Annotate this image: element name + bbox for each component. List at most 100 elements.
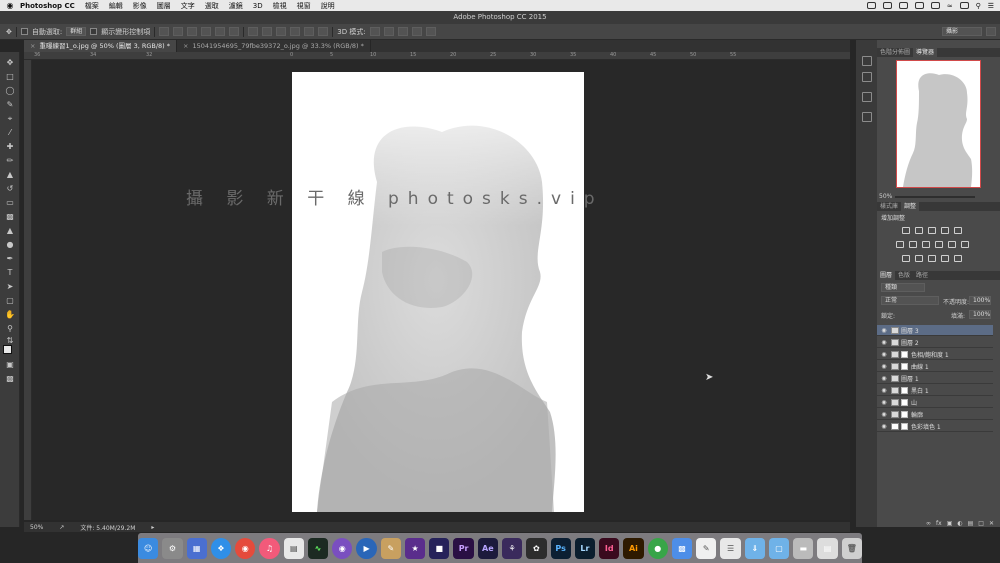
layer-row[interactable]: ◉ 圖層 2 (877, 337, 993, 348)
tray-icon[interactable] (898, 2, 908, 9)
distribute-button[interactable] (276, 27, 287, 36)
align-middle-button[interactable] (173, 27, 184, 36)
gradient-map-adjust-icon[interactable] (941, 255, 949, 262)
type-tool-icon[interactable]: T (4, 268, 16, 277)
menu-filter[interactable]: 濾鏡 (229, 1, 243, 11)
visibility-eye-icon[interactable]: ◉ (880, 411, 888, 418)
tray-icon[interactable] (914, 2, 924, 9)
channel-mixer-adjust-icon[interactable] (948, 241, 956, 248)
vibrance-adjust-icon[interactable] (954, 227, 962, 234)
fill-input[interactable]: 100% (969, 310, 991, 319)
blur-tool-icon[interactable]: ▲ (4, 226, 16, 235)
info-panel-icon[interactable] (862, 112, 872, 122)
selective-color-adjust-icon[interactable] (954, 255, 962, 262)
dodge-tool-icon[interactable]: ● (4, 240, 16, 249)
distribute-button[interactable] (262, 27, 273, 36)
document-image[interactable] (292, 72, 584, 512)
layer-mask-thumbnail[interactable] (901, 362, 908, 370)
add-mask-icon[interactable]: ▣ (947, 520, 953, 527)
color-lookup-adjust-icon[interactable] (961, 241, 969, 248)
properties-panel-icon[interactable] (862, 92, 872, 102)
layer-row[interactable]: ◉ 色彩填色 1 (877, 421, 993, 432)
layer-row[interactable]: ◉ 圖層 1 (877, 373, 993, 384)
layer-mask-thumbnail[interactable] (901, 410, 908, 418)
script-editor-icon[interactable]: ☰ (720, 537, 741, 559)
close-icon[interactable]: × (30, 42, 35, 50)
notification-icon[interactable]: ☰ (988, 2, 994, 10)
exposure-adjust-icon[interactable] (941, 227, 949, 234)
visibility-eye-icon[interactable]: ◉ (880, 339, 888, 346)
marquee-tool-icon[interactable]: □ (4, 72, 16, 81)
premiere-icon[interactable]: Pr (453, 537, 474, 559)
system-preferences-icon[interactable]: ⚙ (162, 537, 183, 559)
apple-icon[interactable]: ◉ (0, 1, 20, 10)
menu-file[interactable]: 檔案 (85, 1, 99, 11)
link-layers-icon[interactable]: ∞ (926, 520, 931, 527)
distribute-button[interactable] (290, 27, 301, 36)
visibility-eye-icon[interactable]: ◉ (880, 423, 888, 430)
threshold-adjust-icon[interactable] (928, 255, 936, 262)
visibility-eye-icon[interactable]: ◉ (880, 363, 888, 370)
battery-icon[interactable] (959, 2, 969, 9)
tab-navigator[interactable]: 導覽器 (913, 48, 938, 57)
tray-icon[interactable] (882, 2, 892, 9)
quicktime-icon[interactable]: ▶ (356, 537, 377, 559)
preview-icon[interactable]: ▤ (283, 537, 304, 559)
align-left-button[interactable] (201, 27, 212, 36)
textedit-icon[interactable]: ✎ (696, 537, 717, 559)
layer-row[interactable]: ◉ 色相/飽和度 1 (877, 349, 993, 360)
layer-mask-thumbnail[interactable] (901, 398, 908, 406)
layer-row[interactable]: ◉ 曲線 1 (877, 361, 993, 372)
spotlight-icon[interactable]: ⚲ (976, 2, 981, 10)
layer-name[interactable]: 圖層 3 (901, 326, 919, 335)
tab-histogram[interactable]: 色階分佈圖 (877, 48, 913, 57)
3d-roll-button[interactable] (383, 27, 394, 36)
lightroom-icon[interactable]: Lr (574, 537, 596, 559)
menu-view[interactable]: 檢視 (273, 1, 287, 11)
3d-pan-button[interactable] (397, 27, 408, 36)
activity-monitor-icon[interactable]: ∿ (307, 537, 329, 559)
invert-adjust-icon[interactable] (902, 255, 910, 262)
opacity-input[interactable]: 100% (969, 296, 991, 305)
menu-image[interactable]: 影像 (133, 1, 147, 11)
3d-orbit-button[interactable] (369, 27, 380, 36)
tray-icon[interactable] (930, 2, 940, 9)
blend-mode-dropdown[interactable]: 正常 (881, 296, 939, 305)
crop-tool-icon[interactable]: ⌖ (4, 114, 16, 123)
tab-document-1[interactable]: × 重曝練習1_o.jpg @ 50% (圖層 3, RGB/8) * (24, 40, 178, 52)
drive-icon[interactable]: ▬ (793, 537, 814, 559)
layer-name[interactable]: 山 (911, 398, 917, 407)
workspace-dropdown[interactable]: 攝影 (942, 27, 982, 36)
hand-tool-icon[interactable]: ✋ (4, 310, 16, 319)
visibility-eye-icon[interactable]: ◉ (880, 375, 888, 382)
navigator-thumbnail[interactable] (896, 60, 981, 188)
menu-window[interactable]: 視窗 (297, 1, 311, 11)
pen-tool-icon[interactable]: ✒ (4, 254, 16, 263)
layer-name[interactable]: 色彩填色 1 (911, 422, 941, 431)
align-bottom-button[interactable] (187, 27, 198, 36)
menu-edit[interactable]: 編輯 (109, 1, 123, 11)
folder-icon[interactable]: ▢ (768, 537, 790, 559)
tab-layers[interactable]: 圖層 (877, 271, 896, 280)
keynote-icon[interactable]: ▩ (671, 537, 693, 559)
horizontal-ruler[interactable]: 36 34 32 0 5 10 15 20 25 30 35 40 45 50 … (24, 52, 850, 60)
move-tool-icon[interactable]: ✥ (6, 28, 12, 36)
final-cut-icon[interactable]: ⚘ (502, 537, 523, 559)
zoom-level[interactable]: 50% (30, 524, 43, 531)
auto-select-dropdown[interactable]: 群組 (66, 27, 87, 36)
actions-panel-icon[interactable] (862, 72, 872, 82)
layer-name[interactable]: 輪廓 (911, 410, 923, 419)
brush-tool-icon[interactable]: ✏ (4, 156, 16, 165)
layer-row[interactable]: ◉ 輪廓 (877, 409, 993, 420)
navigator-zoom[interactable]: 50% (879, 193, 892, 200)
chrome-icon[interactable]: ◉ (235, 537, 256, 559)
finder-icon[interactable]: ☺ (138, 537, 159, 559)
layer-mask-thumbnail[interactable] (901, 386, 908, 394)
history-panel-icon[interactable] (862, 56, 872, 66)
visibility-eye-icon[interactable]: ◉ (880, 387, 888, 394)
move-tool-icon[interactable]: ✥ (4, 58, 16, 67)
lasso-tool-icon[interactable]: ◯ (4, 86, 16, 95)
tray-icon[interactable] (866, 2, 876, 9)
color-balance-adjust-icon[interactable] (909, 241, 917, 248)
layer-filter-dropdown[interactable]: 種類 (881, 283, 925, 292)
